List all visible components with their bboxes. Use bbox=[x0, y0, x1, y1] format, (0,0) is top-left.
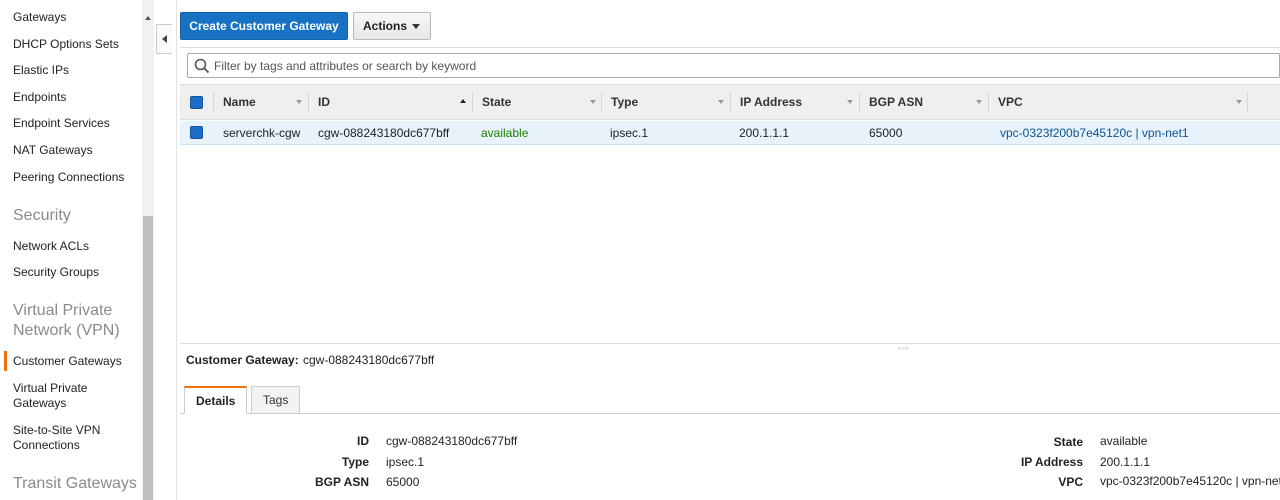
panel-divider bbox=[176, 0, 177, 500]
sort-down-icon[interactable] bbox=[718, 100, 724, 104]
cell-vpc-link[interactable]: vpc-0323f200b7e45120c | vpn-net1 bbox=[990, 121, 1189, 145]
detail-title-value: cgw-088243180dc677bff bbox=[303, 353, 435, 367]
cell-bgp-asn: 65000 bbox=[869, 126, 903, 140]
chevron-left-icon bbox=[162, 35, 167, 43]
column-header-type[interactable]: Type bbox=[601, 85, 731, 119]
detail-label-bgp-asn: BGP ASN bbox=[314, 475, 369, 489]
detail-label-id: ID bbox=[357, 434, 369, 448]
sidebar: Gateways DHCP Options Sets Elastic IPs E… bbox=[0, 0, 142, 500]
column-separator bbox=[1247, 92, 1248, 112]
column-header-vpc-label: VPC bbox=[998, 95, 1023, 109]
row-checkbox[interactable] bbox=[190, 126, 203, 139]
detail-label-type: Type bbox=[341, 455, 369, 469]
sidebar-scrollbar[interactable] bbox=[142, 0, 154, 500]
column-header-state-label: State bbox=[482, 95, 512, 109]
collapse-sidebar-button[interactable] bbox=[156, 24, 172, 54]
sidebar-item-site-to-site-line2[interactable]: Connections bbox=[13, 437, 80, 453]
detail-value-vpc-link[interactable]: vpc-0323f200b7e45120c | vpn-net1 bbox=[1100, 474, 1280, 488]
sort-down-icon[interactable] bbox=[296, 100, 302, 104]
create-customer-gateway-button[interactable]: Create Customer Gateway bbox=[180, 12, 348, 40]
toolbar-divider bbox=[180, 47, 1280, 48]
sort-down-icon[interactable] bbox=[847, 100, 853, 104]
sort-down-icon[interactable] bbox=[590, 100, 596, 104]
sidebar-item-elastic-ips[interactable]: Elastic IPs bbox=[13, 62, 69, 78]
sidebar-item-customer-gateways[interactable]: Customer Gateways bbox=[4, 351, 122, 371]
detail-value-bgp-asn: 65000 bbox=[386, 475, 420, 489]
sidebar-item-endpoint-services[interactable]: Endpoint Services bbox=[13, 115, 110, 131]
sort-up-icon[interactable] bbox=[460, 99, 466, 103]
search-bar[interactable] bbox=[187, 53, 1280, 78]
column-header-id[interactable]: ID bbox=[308, 85, 473, 119]
sidebar-item-nat-gateways[interactable]: NAT Gateways bbox=[13, 142, 93, 158]
search-icon bbox=[194, 58, 210, 74]
sidebar-item-virtual-private-gateways-line2[interactable]: Gateways bbox=[13, 395, 66, 411]
detail-value-ip-address: 200.1.1.1 bbox=[1100, 455, 1151, 469]
sidebar-item-security-groups[interactable]: Security Groups bbox=[13, 264, 99, 280]
column-header-ip-address-label: IP Address bbox=[740, 95, 803, 109]
sidebar-section-transit-gateways: Transit Gateways bbox=[13, 475, 137, 492]
table-header: Name ID State Type IP Address BGP ASN VP… bbox=[180, 84, 1280, 120]
column-header-id-label: ID bbox=[318, 95, 330, 109]
sidebar-item-dhcp-options-sets[interactable]: DHCP Options Sets bbox=[13, 36, 119, 52]
column-header-name-label: Name bbox=[223, 95, 256, 109]
cell-id: cgw-088243180dc677bff bbox=[318, 126, 450, 140]
sidebar-item-gateways[interactable]: Gateways bbox=[13, 9, 66, 25]
actions-dropdown-button[interactable]: Actions bbox=[353, 12, 431, 40]
cell-ip-address: 200.1.1.1 bbox=[739, 126, 790, 140]
detail-label-ip-address: IP Address bbox=[1020, 455, 1083, 469]
actions-label: Actions bbox=[363, 19, 408, 33]
column-header-name[interactable]: Name bbox=[213, 85, 308, 119]
caret-down-icon bbox=[412, 24, 420, 29]
cell-name: serverchk-cgw bbox=[223, 126, 301, 140]
cell-type: ipsec.1 bbox=[610, 126, 649, 140]
sort-down-icon[interactable] bbox=[976, 100, 982, 104]
sidebar-section-vpn-line1: Virtual Private bbox=[13, 302, 113, 319]
drag-handle-icon[interactable]: ▫▫▫ bbox=[898, 345, 910, 353]
tab-details[interactable]: Details bbox=[184, 386, 248, 414]
tab-tags[interactable]: Tags bbox=[251, 386, 301, 414]
detail-value-id: cgw-088243180dc677bff bbox=[386, 434, 518, 448]
scrollbar-thumb[interactable] bbox=[143, 216, 153, 500]
detail-value-type: ipsec.1 bbox=[386, 455, 425, 469]
column-header-ip-address[interactable]: IP Address bbox=[730, 85, 860, 119]
pane-splitter[interactable] bbox=[180, 343, 1280, 344]
tabs-divider bbox=[180, 413, 1280, 414]
scroll-up-arrow-icon[interactable] bbox=[145, 16, 151, 20]
detail-label-state: State bbox=[1053, 435, 1083, 449]
sort-down-icon[interactable] bbox=[1236, 100, 1242, 104]
column-header-type-label: Type bbox=[611, 95, 639, 109]
sidebar-section-security: Security bbox=[13, 207, 71, 224]
sidebar-item-network-acls[interactable]: Network ACLs bbox=[13, 238, 89, 254]
detail-title-label: Customer Gateway: bbox=[186, 353, 299, 367]
detail-label-vpc: VPC bbox=[1058, 475, 1083, 489]
sidebar-item-peering-connections[interactable]: Peering Connections bbox=[13, 169, 124, 185]
table-row[interactable]: serverchk-cgw cgw-088243180dc677bff avai… bbox=[180, 121, 1280, 145]
column-header-bgp-asn-label: BGP ASN bbox=[869, 95, 924, 109]
column-header-state[interactable]: State bbox=[472, 85, 602, 119]
select-all-checkbox[interactable] bbox=[190, 96, 203, 109]
detail-value-state: available bbox=[1100, 434, 1148, 448]
sidebar-item-site-to-site-line1[interactable]: Site-to-Site VPN bbox=[13, 422, 100, 438]
column-header-vpc[interactable]: VPC bbox=[988, 85, 1248, 119]
search-input[interactable] bbox=[214, 54, 1214, 77]
sidebar-item-virtual-private-gateways-line1[interactable]: Virtual Private bbox=[13, 380, 87, 396]
sidebar-section-vpn-line2: Network (VPN) bbox=[13, 322, 120, 339]
cell-state: available bbox=[481, 126, 529, 140]
sidebar-item-endpoints[interactable]: Endpoints bbox=[13, 89, 66, 105]
column-header-bgp-asn[interactable]: BGP ASN bbox=[859, 85, 989, 119]
